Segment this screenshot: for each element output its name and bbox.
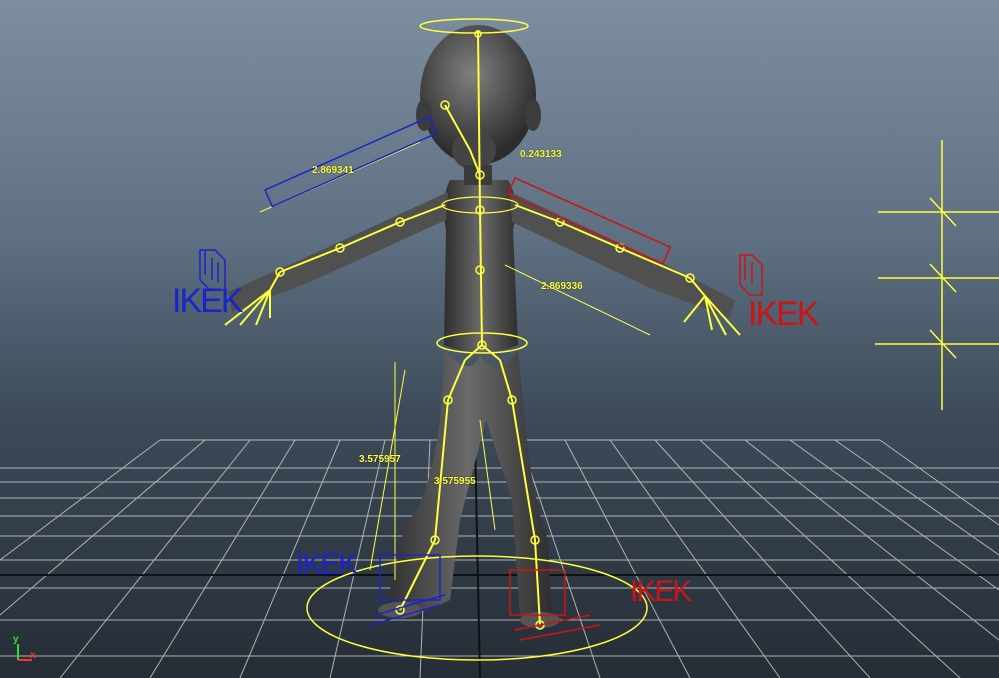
measure-left-arm: 2.869341 (312, 165, 354, 176)
measure-left-leg: 3.575957 (359, 454, 401, 465)
measure-neck: 0.243133 (520, 149, 562, 160)
world-locator[interactable] (875, 140, 999, 410)
ik-label-left-foot[interactable]: IKEK (296, 548, 358, 582)
grid-center-axes (0, 439, 999, 678)
ik-label-right-hand[interactable]: IKEK (748, 295, 819, 334)
measure-right-leg: 3.575955 (434, 476, 476, 487)
ground-grid (0, 439, 999, 678)
maya-viewport[interactable]: 2.869341 0.243133 2.869336 3.575957 3.57… (0, 0, 999, 678)
ik-label-left-hand[interactable]: IKEK (172, 282, 243, 321)
scene-canvas[interactable] (0, 0, 999, 678)
view-axis-gizmo (17, 644, 32, 661)
right-ik-controls[interactable] (506, 177, 763, 641)
ik-label-right-foot[interactable]: IKEK (630, 575, 692, 609)
measure-right-arm: 2.869336 (541, 281, 583, 292)
